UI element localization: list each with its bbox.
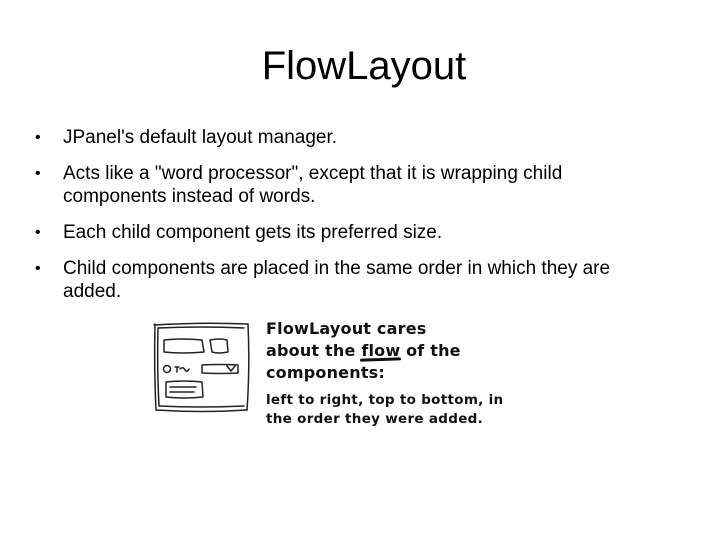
bullet-item: • Each child component gets its preferre… bbox=[0, 221, 728, 244]
figure-heading-text: of the bbox=[400, 341, 461, 360]
bullet-item: • Acts like a "word processor", except t… bbox=[0, 162, 728, 208]
figure-spacer bbox=[266, 384, 536, 391]
slide-title: FlowLayout bbox=[261, 44, 467, 88]
bullet-marker: • bbox=[35, 165, 41, 182]
figure-heading-line: components: bbox=[266, 363, 385, 382]
flowlayout-figure: FlowLayout cares about the flow of the c… bbox=[152, 318, 532, 428]
figure-heading-line: about the flow of the bbox=[266, 340, 536, 362]
bullet-marker: • bbox=[35, 224, 41, 241]
figure-caption: FlowLayout cares about the flow of the c… bbox=[266, 318, 536, 429]
figure-heading-text: about the bbox=[266, 341, 362, 360]
bullet-list: • JPanel's default layout manager. • Act… bbox=[0, 126, 728, 316]
bullet-text: Child components are placed in the same … bbox=[63, 258, 611, 302]
figure-emphasis-word: flow bbox=[361, 341, 401, 360]
bullet-text: Acts like a "word processor", except tha… bbox=[63, 163, 563, 207]
window-sketch-icon bbox=[153, 322, 250, 413]
bullet-marker: • bbox=[35, 129, 41, 146]
slide: FlowLayout • JPanel's default layout man… bbox=[0, 0, 728, 549]
bullet-item: • Child components are placed in the sam… bbox=[0, 257, 728, 303]
bullet-item: • JPanel's default layout manager. bbox=[0, 126, 728, 149]
figure-detail-line: the order they were added. bbox=[266, 411, 484, 427]
figure-heading-line: FlowLayout cares bbox=[266, 319, 427, 338]
bullet-marker: • bbox=[35, 260, 41, 277]
figure-detail-line: left to right, top to bottom, in bbox=[266, 392, 504, 408]
bullet-text: Each child component gets its preferred … bbox=[63, 222, 443, 243]
bullet-text: JPanel's default layout manager. bbox=[63, 127, 338, 148]
